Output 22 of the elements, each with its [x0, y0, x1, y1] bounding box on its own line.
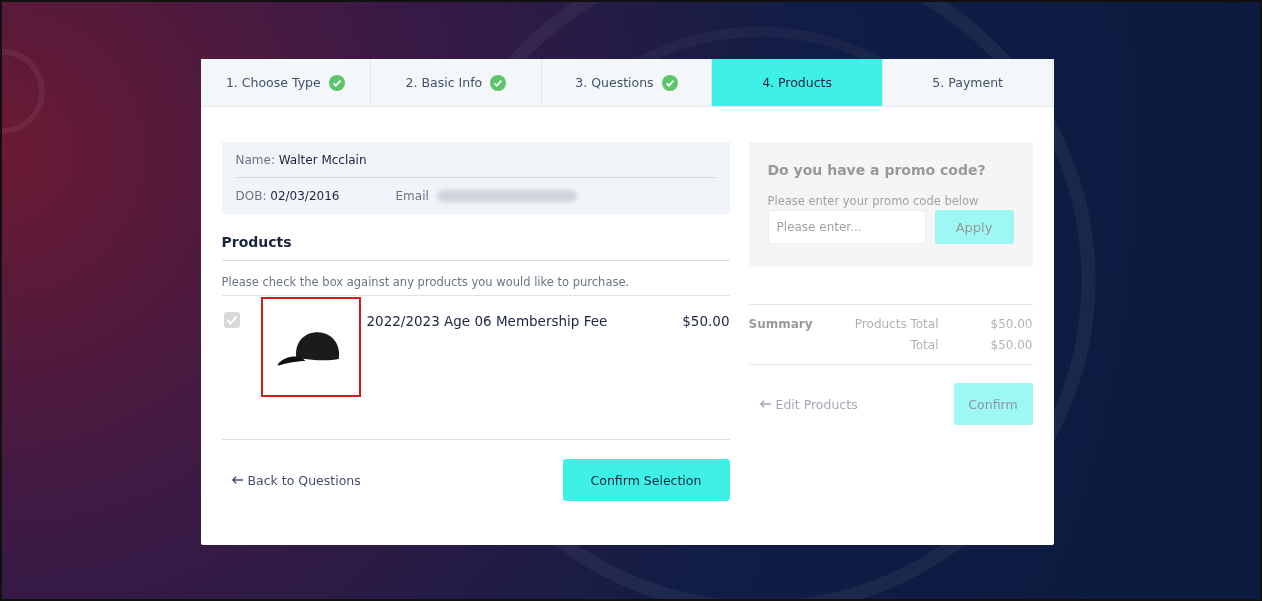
summary-row-label: Products Total	[854, 317, 939, 331]
summary-label: Summary	[748, 317, 814, 333]
promo-hint: Please enter your promo code below	[767, 194, 980, 208]
email-label: Email	[395, 188, 429, 203]
confirm-selection-button[interactable]: Confirm Selection	[562, 459, 730, 501]
products-heading: Products	[221, 234, 730, 261]
step-tab[interactable]: 4. Products	[712, 59, 883, 106]
step-tab[interactable]: 2. Basic Info	[371, 59, 542, 106]
back-link[interactable]: Back to Questions	[221, 472, 361, 488]
product-name: 2022/2023 Age 06 Membership Fee	[366, 313, 609, 329]
arrow-left-icon	[230, 475, 244, 485]
dob-field: DOB: 02/03/2016	[235, 188, 396, 203]
instruction-text: Please check the box against any products you would like to purchase.	[221, 261, 730, 296]
promo-title: Do you have a promo code?	[767, 162, 987, 178]
step-tab[interactable]: 1. Choose Type	[200, 59, 372, 106]
summary-row-value: $50.00	[989, 338, 1033, 352]
name-field: Name: Walter Mcclain	[235, 152, 367, 167]
step-tab[interactable]: 5. Payment	[882, 59, 1054, 106]
product-price: $50.00	[682, 313, 730, 329]
summary-row-value: $50.00	[989, 317, 1033, 331]
summary-row-label: Total	[910, 338, 939, 352]
arrow-left-icon	[758, 399, 772, 409]
